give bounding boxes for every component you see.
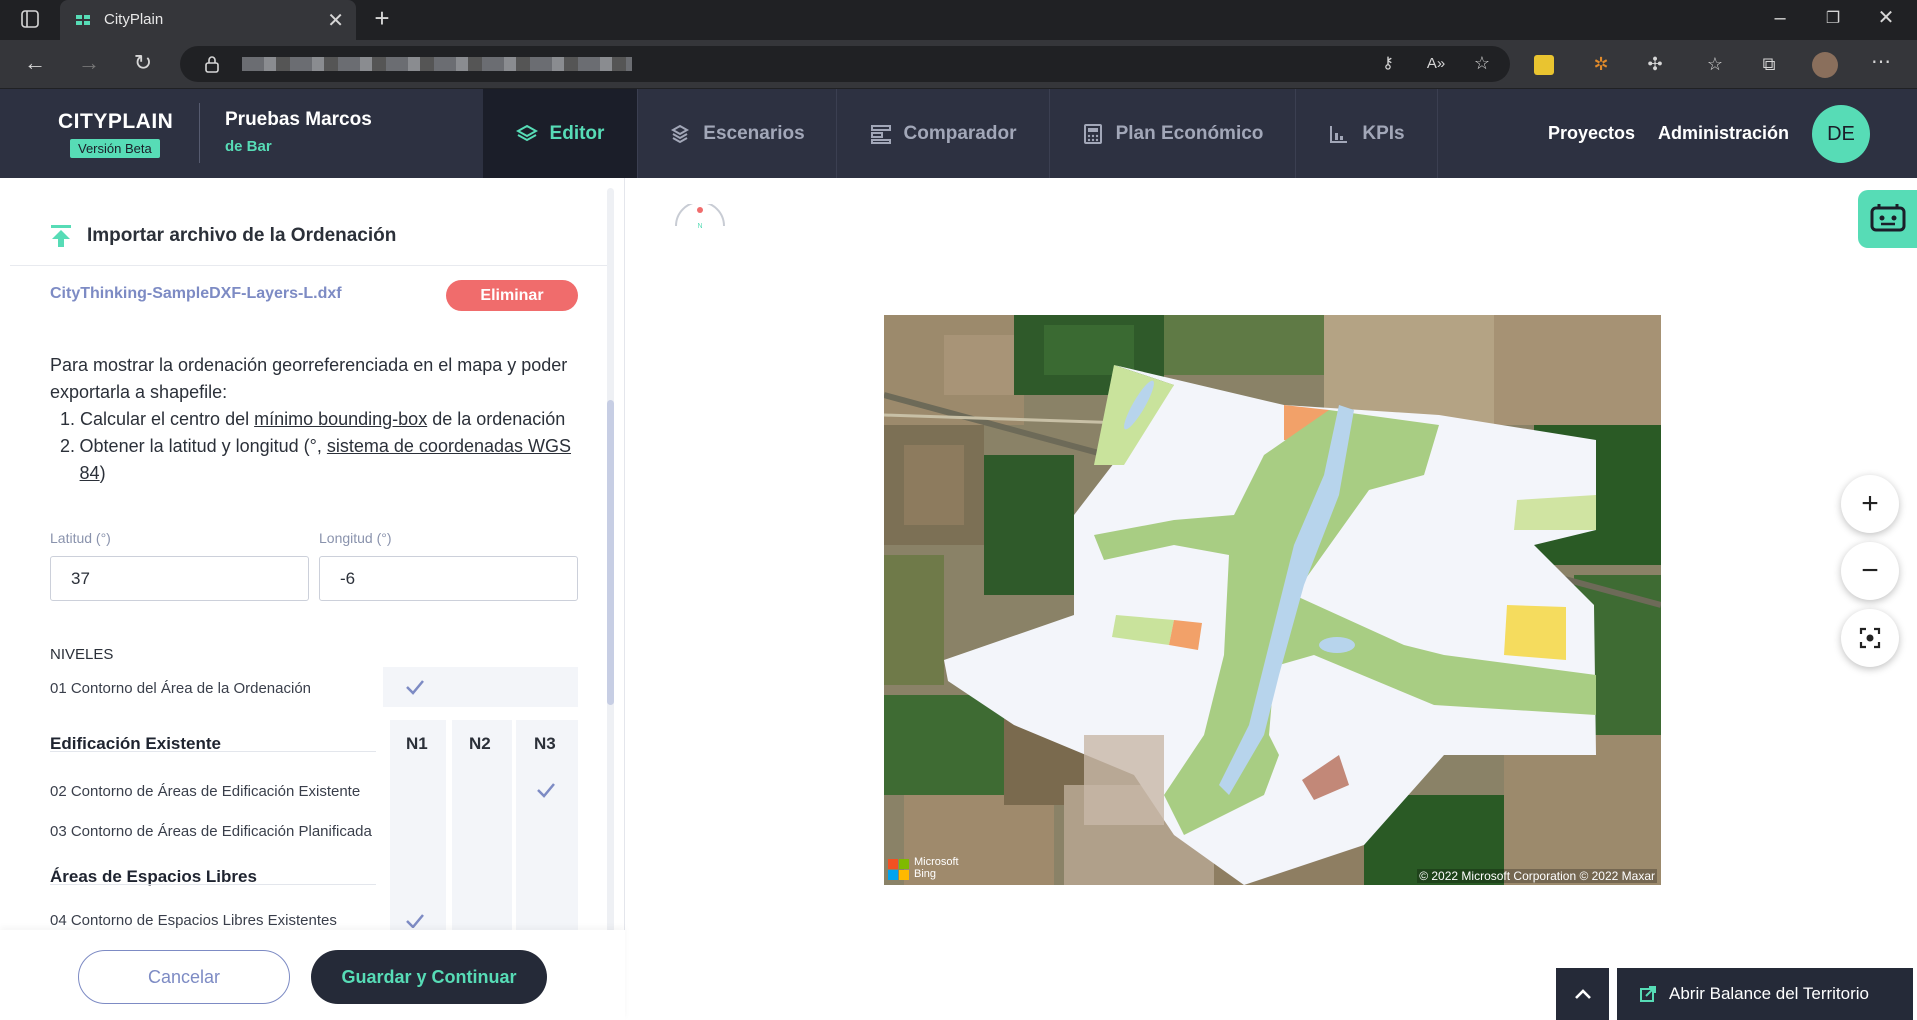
project-subtitle: de Bar <box>225 138 272 155</box>
level-03-label: 03 Contorno de Áreas de Edificación Plan… <box>50 823 372 840</box>
tab-kpis[interactable]: KPIs <box>1296 89 1438 178</box>
village-texture <box>1084 735 1164 825</box>
tab-escenarios-label: Escenarios <box>703 122 805 144</box>
col-n3-header: N3 <box>534 734 556 753</box>
group1-divider <box>50 751 376 752</box>
tab-escenarios[interactable]: Escenarios <box>638 89 837 178</box>
panel-scrollbar-thumb[interactable] <box>607 400 614 705</box>
col-n2-header: N2 <box>469 734 491 753</box>
instructions-intro: Para mostrar la ordenación georreferenci… <box>50 355 568 402</box>
map-attribution: © 2022 Microsoft Corporation © 2022 Maxa… <box>1417 869 1657 883</box>
delete-file-button[interactable]: Eliminar <box>446 280 578 311</box>
longitude-label: Longitud (°) <box>319 530 392 546</box>
expand-up-button[interactable] <box>1556 968 1609 1020</box>
instruction-step-1: 1. Calcular el centro del mínimo boundin… <box>60 409 566 429</box>
instructions-text: Para mostrar la ordenación georreferenci… <box>50 352 590 487</box>
cityplain-favicon-icon <box>76 15 90 25</box>
tab-title: CityPlain <box>104 11 164 28</box>
panel-title: Importar archivo de la Ordenación <box>87 225 397 246</box>
url-field[interactable]: ⚷ A» ☆ <box>180 46 1510 82</box>
tab-comparador[interactable]: Comparador <box>837 89 1050 178</box>
extension-c-icon[interactable]: ✲ <box>1590 54 1612 74</box>
collections-icon[interactable]: ⧉ <box>1758 54 1780 74</box>
restore-window-icon[interactable]: ❐ <box>1823 9 1843 29</box>
panel-title-divider <box>10 265 607 266</box>
close-window-icon[interactable]: ✕ <box>1876 8 1896 28</box>
close-tab-icon[interactable]: ✕ <box>327 8 344 33</box>
key-icon[interactable]: ⚷ <box>1378 54 1398 74</box>
read-aloud-icon[interactable]: A» <box>1424 54 1448 74</box>
calculator-icon <box>1083 123 1102 144</box>
tab-plan-economico[interactable]: Plan Económico <box>1050 89 1296 178</box>
projects-link[interactable]: Proyectos <box>1548 123 1635 144</box>
extension-yellow-icon[interactable] <box>1534 55 1554 75</box>
bing-label: Microsoft Bing <box>914 856 959 880</box>
robot-chat-icon <box>1870 204 1905 232</box>
level01-check-icon[interactable] <box>404 678 426 696</box>
upload-icon <box>51 225 71 247</box>
more-menu-icon[interactable]: ⋯ <box>1870 52 1892 72</box>
tab-comparador-label: Comparador <box>903 122 1017 144</box>
level-02-label: 02 Contorno de Áreas de Edificación Exis… <box>50 783 361 800</box>
file-name[interactable]: CityThinking-SampleDXF-Layers-L.dxf <box>50 285 342 303</box>
zoom-out-button[interactable]: − <box>1841 542 1899 600</box>
project-name[interactable]: Pruebas Marcos <box>225 109 372 131</box>
bar-chart-icon <box>1330 125 1348 143</box>
levels-title: NIVELES <box>50 646 114 663</box>
save-continue-button[interactable]: Guardar y Continuar <box>311 950 547 1004</box>
beta-badge: Versión Beta <box>70 139 160 158</box>
satellite-map[interactable]: Microsoft Bing © 2022 Microsoft Corporat… <box>884 315 1661 885</box>
tab-editor-label: Editor <box>549 122 605 144</box>
longitude-input[interactable]: -6 <box>319 556 578 601</box>
browser-tab-bar: CityPlain ✕ + – ❐ ✕ <box>0 0 1917 40</box>
latitude-label: Latitud (°) <box>50 530 111 546</box>
fit-bounds-button[interactable] <box>1841 609 1899 667</box>
tab-plan-economico-label: Plan Económico <box>1115 122 1264 144</box>
url-text-blurred <box>242 57 632 71</box>
lock-icon <box>205 56 219 73</box>
compass-icon[interactable]: N <box>672 204 728 230</box>
level-04-row: 04 Contorno de Espacios Libres Existente… <box>0 906 607 928</box>
microsoft-logo-icon <box>888 859 910 881</box>
reload-icon[interactable]: ↻ <box>132 52 154 74</box>
cancel-button[interactable]: Cancelar <box>78 950 290 1004</box>
stack-icon <box>671 124 690 143</box>
layers-icon <box>515 124 538 141</box>
minimize-window-icon[interactable]: – <box>1770 8 1790 28</box>
administration-link[interactable]: Administración <box>1658 123 1789 144</box>
territory-balance-label: Abrir Balance del Territorio <box>1669 984 1869 1003</box>
tab-actions-icon[interactable] <box>20 10 40 32</box>
level-04-label: 04 Contorno de Espacios Libres Existente… <box>50 912 337 928</box>
map-canvas <box>884 315 1661 885</box>
add-favorite-icon[interactable]: ☆ <box>1470 53 1494 73</box>
level-01-label: 01 Contorno del Área de la Ordenación <box>50 680 312 697</box>
feedback-tab[interactable] <box>1858 190 1917 248</box>
profile-avatar[interactable] <box>1812 52 1838 78</box>
level02-n3-check-icon[interactable] <box>535 781 557 799</box>
compare-icon <box>870 124 891 144</box>
svg-text:N: N <box>697 223 702 230</box>
tab-editor[interactable]: Editor <box>483 89 638 178</box>
back-arrow-icon[interactable]: ← <box>24 52 46 74</box>
new-tab-plus-icon[interactable]: + <box>370 5 394 31</box>
level04-n1-check-icon[interactable] <box>404 912 426 928</box>
chevron-up-icon <box>1574 989 1591 999</box>
user-avatar[interactable]: DE <box>1812 105 1870 163</box>
group2-divider <box>50 884 376 885</box>
open-external-icon <box>1640 986 1656 1002</box>
browser-tab[interactable]: CityPlain ✕ <box>60 0 356 40</box>
app-logo[interactable]: CITYPLAIN <box>58 110 173 134</box>
extensions-puzzle-icon[interactable]: ✣ <box>1644 54 1666 74</box>
zoom-in-button[interactable]: + <box>1841 475 1899 533</box>
instruction-step-2: 2. Obtener la latitud y longitud (°, sis… <box>60 436 572 483</box>
col-n1-header: N1 <box>406 734 428 753</box>
bounding-box-link[interactable]: mínimo bounding-box <box>254 409 427 429</box>
favorites-icon[interactable]: ☆ <box>1704 54 1726 74</box>
forward-arrow-icon[interactable]: → <box>78 52 100 74</box>
latitude-input[interactable]: 37 <box>50 556 309 601</box>
open-territory-balance-button[interactable]: Abrir Balance del Territorio <box>1617 968 1913 1020</box>
header-divider <box>199 103 200 163</box>
tab-kpis-label: KPIs <box>1362 122 1405 144</box>
focus-center-icon <box>1859 627 1881 649</box>
